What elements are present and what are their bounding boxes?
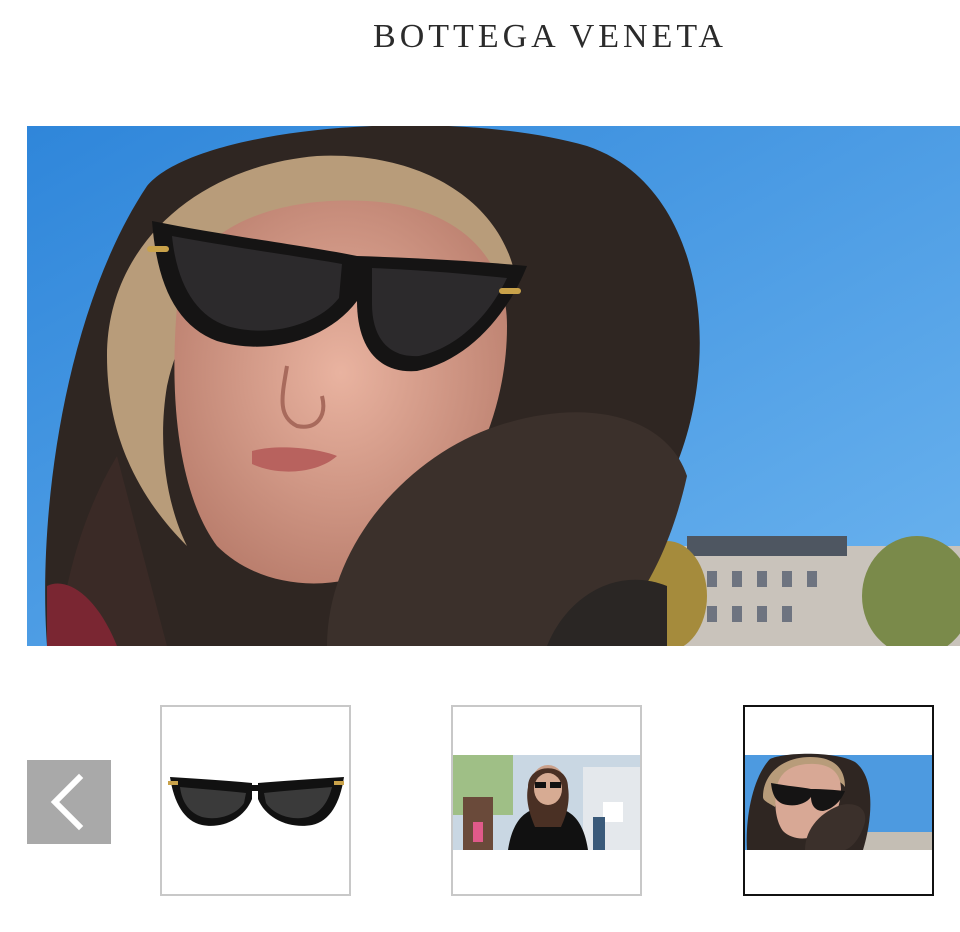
chevron-left-icon	[50, 773, 84, 831]
hero-image	[27, 126, 960, 646]
street-photo-image	[453, 707, 640, 894]
brand-logo: BOTTEGA VENETA	[373, 18, 727, 55]
hood-selfie-image	[745, 707, 932, 894]
thumbnail-street-photo[interactable]	[451, 705, 642, 896]
thumbnail-product-sunglasses[interactable]	[160, 705, 351, 896]
previous-image-button[interactable]	[27, 760, 111, 844]
thumbnail-hood-selfie[interactable]	[743, 705, 934, 896]
sunglasses-product-image	[162, 707, 349, 894]
